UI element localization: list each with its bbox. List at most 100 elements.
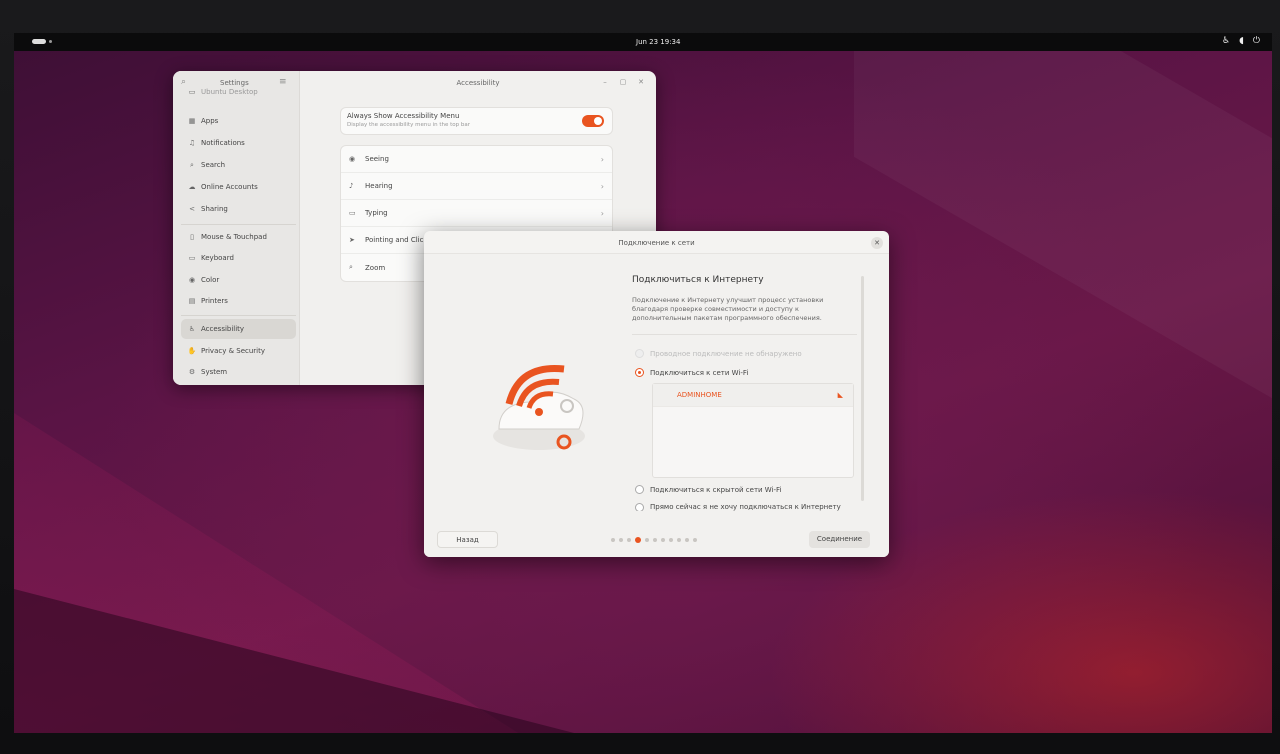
- close-icon[interactable]: ✕: [636, 78, 646, 88]
- step-dot: [677, 538, 681, 542]
- sidebar-item-ubuntu-desktop[interactable]: ▭ Ubuntu Desktop: [181, 87, 296, 97]
- dialog-body: Подключиться к Интернету Подключение к И…: [424, 253, 889, 557]
- network-dialog: Подключение к сети ✕ Подключиться к Инте…: [424, 231, 889, 557]
- option-no-internet[interactable]: Прямо сейчас я не хочу подключаться к Ин…: [635, 503, 841, 511]
- sidebar-item-printers[interactable]: ▤ Printers: [181, 291, 296, 311]
- wifi-network-item[interactable]: ADMINHOME ◣: [653, 384, 853, 407]
- maximize-icon[interactable]: ▢: [618, 78, 628, 88]
- option-hidden-wifi[interactable]: Подключиться к скрытой сети Wi-Fi: [635, 485, 782, 494]
- sidebar-item-label: Ubuntu Desktop: [201, 88, 258, 96]
- step-dot: [685, 538, 689, 542]
- chevron-right-icon: ›: [600, 208, 604, 218]
- option-wifi[interactable]: Подключиться к сети Wi-Fi: [635, 368, 748, 377]
- radio-button[interactable]: [635, 368, 644, 377]
- minimize-icon[interactable]: –: [600, 78, 610, 88]
- search-icon: ⌕: [190, 160, 194, 169]
- color-icon: ◉: [188, 276, 196, 284]
- dialog-description: Подключение к Интернету улучшит процесс …: [632, 296, 824, 322]
- chevron-right-icon: ›: [600, 181, 604, 191]
- sidebar-item-label: Privacy & Security: [201, 347, 265, 355]
- sidebar-item-notifications[interactable]: ♫ Notifications: [181, 133, 296, 153]
- accessibility-menu-title: Always Show Accessibility Menu: [347, 112, 460, 120]
- sidebar-item-accessibility[interactable]: ♿ Accessibility: [181, 319, 296, 339]
- pointer-icon: ➤: [349, 236, 355, 244]
- hand-icon: ✋: [187, 347, 197, 355]
- option-wired: Проводное подключение не обнаружено: [635, 349, 802, 358]
- back-button[interactable]: Назад: [437, 531, 498, 548]
- sidebar-item-system[interactable]: ⚙ System: [181, 362, 296, 382]
- apps-icon: ▦: [188, 117, 196, 125]
- keyboard-icon: ▭: [188, 254, 196, 262]
- radio-button[interactable]: [635, 485, 644, 494]
- keyboard-icon: ▭: [349, 209, 356, 217]
- sidebar-item-label: Color: [201, 276, 220, 284]
- row-label: Seeing: [365, 155, 389, 163]
- sidebar-divider: [181, 224, 296, 225]
- magnifier-icon: ⌕: [349, 263, 353, 271]
- system-tray[interactable]: ♿ ◖ ⏻: [1222, 36, 1260, 46]
- sidebar-item-label: Sharing: [201, 205, 228, 213]
- step-dot-current: [635, 537, 641, 543]
- sidebar-item-color[interactable]: ◉ Color: [181, 270, 296, 290]
- bell-icon: ♫: [188, 139, 196, 147]
- ear-icon: ♪: [349, 182, 354, 190]
- volume-icon[interactable]: ◖: [1239, 36, 1244, 46]
- step-dot: [669, 538, 673, 542]
- accessibility-menu-subtitle: Display the accessibility menu in the to…: [347, 122, 470, 128]
- step-dot: [627, 538, 631, 542]
- connect-button[interactable]: Соединение: [809, 531, 870, 548]
- sidebar-item-label: Apps: [201, 117, 219, 125]
- accessibility-icon[interactable]: ♿: [1222, 36, 1230, 46]
- sidebar-item-privacy-security[interactable]: ✋ Privacy & Security: [181, 341, 296, 361]
- clock[interactable]: Jun 23 19:34: [636, 38, 680, 46]
- option-label: Прямо сейчас я не хочу подключаться к Ин…: [650, 503, 841, 511]
- row-label: Hearing: [365, 182, 393, 190]
- option-label: Проводное подключение не обнаружено: [650, 349, 802, 358]
- close-icon[interactable]: ✕: [871, 237, 883, 249]
- scrollbar[interactable]: [861, 276, 864, 501]
- sidebar-item-mouse-touchpad[interactable]: ▯ Mouse & Touchpad: [181, 227, 296, 247]
- sidebar-item-label: Printers: [201, 297, 228, 305]
- dialog-title: Подключение к сети: [618, 239, 695, 247]
- workspace-indicator: [49, 40, 52, 43]
- sidebar-title: Settings: [220, 79, 249, 87]
- accessibility-menu-card: Always Show Accessibility Menu Display t…: [340, 107, 613, 135]
- top-bar: Jun 23 19:34 ♿ ◖ ⏻: [14, 33, 1272, 51]
- step-dot: [653, 538, 657, 542]
- row-hearing[interactable]: ♪ Hearing ›: [341, 173, 612, 200]
- sidebar-item-label: Keyboard: [201, 254, 234, 262]
- search-icon[interactable]: ⌕: [181, 77, 186, 87]
- divider: [632, 334, 857, 335]
- sidebar-item-sharing[interactable]: < Sharing: [181, 199, 296, 219]
- menu-icon[interactable]: ≡: [279, 77, 287, 87]
- step-dot: [619, 538, 623, 542]
- sidebar-item-label: Online Accounts: [201, 183, 258, 191]
- step-indicator: [611, 537, 697, 543]
- accessibility-icon: ♿: [188, 325, 196, 333]
- row-typing[interactable]: ▭ Typing ›: [341, 200, 612, 227]
- share-icon: <: [189, 205, 195, 213]
- activities-button[interactable]: [32, 39, 46, 44]
- step-dot: [611, 538, 615, 542]
- wallpaper-shape: [854, 33, 1272, 458]
- wifi-network-list[interactable]: ADMINHOME ◣: [652, 383, 854, 478]
- sidebar-item-keyboard[interactable]: ▭ Keyboard: [181, 248, 296, 268]
- sidebar-item-label: Notifications: [201, 139, 245, 147]
- wifi-signal-icon: ◣: [837, 391, 843, 399]
- eye-icon: ◉: [349, 155, 356, 163]
- power-icon[interactable]: ⏻: [1253, 36, 1260, 46]
- sidebar-item-apps[interactable]: ▦ Apps: [181, 111, 296, 131]
- radio-button[interactable]: [635, 503, 644, 511]
- sidebar-item-search[interactable]: ⌕ Search: [181, 155, 296, 175]
- row-seeing[interactable]: ◉ Seeing ›: [341, 146, 612, 173]
- cloud-icon: ☁: [188, 183, 196, 191]
- step-dot: [693, 538, 697, 542]
- settings-sidebar: ⌕ Settings ≡ ▭ Ubuntu Desktop ▦ Apps ♫ Not…: [173, 71, 300, 385]
- sidebar-item-label: Accessibility: [201, 325, 245, 333]
- sidebar-item-label: Search: [201, 161, 226, 169]
- step-dot: [645, 538, 649, 542]
- printer-icon: ▤: [188, 297, 196, 305]
- accessibility-menu-toggle[interactable]: [582, 115, 604, 127]
- sidebar-item-online-accounts[interactable]: ☁ Online Accounts: [181, 177, 296, 197]
- sidebar-divider: [181, 315, 296, 316]
